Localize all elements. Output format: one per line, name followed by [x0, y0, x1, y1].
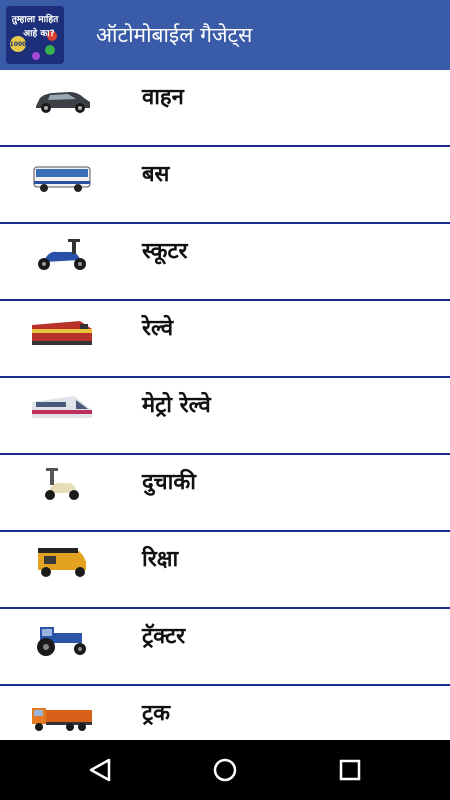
- list-item-two-wheeler[interactable]: दुचाकी: [0, 455, 450, 532]
- list-item-rickshaw[interactable]: रिक्षा: [0, 532, 450, 609]
- list-item-scooter[interactable]: स्कूटर: [0, 224, 450, 301]
- truck-icon: [30, 696, 94, 736]
- list-item-label: बस: [142, 162, 170, 187]
- vehicle-category-list: वाहन बस स्कूटर रेल्वे मेट्रो रेल्वे दुचा…: [0, 70, 450, 740]
- two-wheeler-icon: [30, 465, 94, 505]
- recents-square-icon[interactable]: [325, 752, 375, 788]
- list-item-railway[interactable]: रेल्वे: [0, 301, 450, 378]
- list-item-label: ट्रॅक्टर: [142, 624, 186, 649]
- back-triangle-icon[interactable]: [75, 752, 125, 788]
- app-logo[interactable]: तुम्हाला माहित आहे का? 1000: [6, 6, 64, 64]
- page-title: ऑटोमोबाईल गैजेट्स: [96, 23, 253, 47]
- logo-badge: 1000: [10, 41, 27, 48]
- list-item-label: ट्रक: [142, 701, 170, 726]
- list-item-vehicle[interactable]: वाहन: [0, 70, 450, 147]
- bus-icon: [30, 157, 94, 197]
- car-icon: [30, 80, 94, 120]
- tractor-icon: [30, 619, 94, 659]
- list-item-label: स्कूटर: [142, 239, 188, 264]
- list-item-label: रेल्वे: [142, 316, 174, 341]
- logo-text-line2: आहे का?: [23, 27, 55, 39]
- list-item-label: वाहन: [142, 85, 184, 110]
- list-item-bus[interactable]: बस: [0, 147, 450, 224]
- list-item-label: रिक्षा: [142, 547, 179, 572]
- locomotive-icon: [30, 311, 94, 351]
- logo-text-line1: तुम्हाला माहित: [11, 13, 59, 25]
- auto-rickshaw-icon: [30, 542, 94, 582]
- list-item-label: दुचाकी: [142, 470, 196, 495]
- metro-train-icon: [30, 388, 94, 428]
- list-item-label: मेट्रो रेल्वे: [142, 393, 211, 418]
- app-bar: तुम्हाला माहित आहे का? 1000 ऑटोमोबाईल गै…: [0, 0, 450, 70]
- list-item-metro-railway[interactable]: मेट्रो रेल्वे: [0, 378, 450, 455]
- list-item-truck[interactable]: ट्रक: [0, 686, 450, 740]
- system-nav-bar: [0, 740, 450, 800]
- scooter-icon: [30, 234, 94, 274]
- list-item-tractor[interactable]: ट्रॅक्टर: [0, 609, 450, 686]
- home-circle-icon[interactable]: [200, 752, 250, 788]
